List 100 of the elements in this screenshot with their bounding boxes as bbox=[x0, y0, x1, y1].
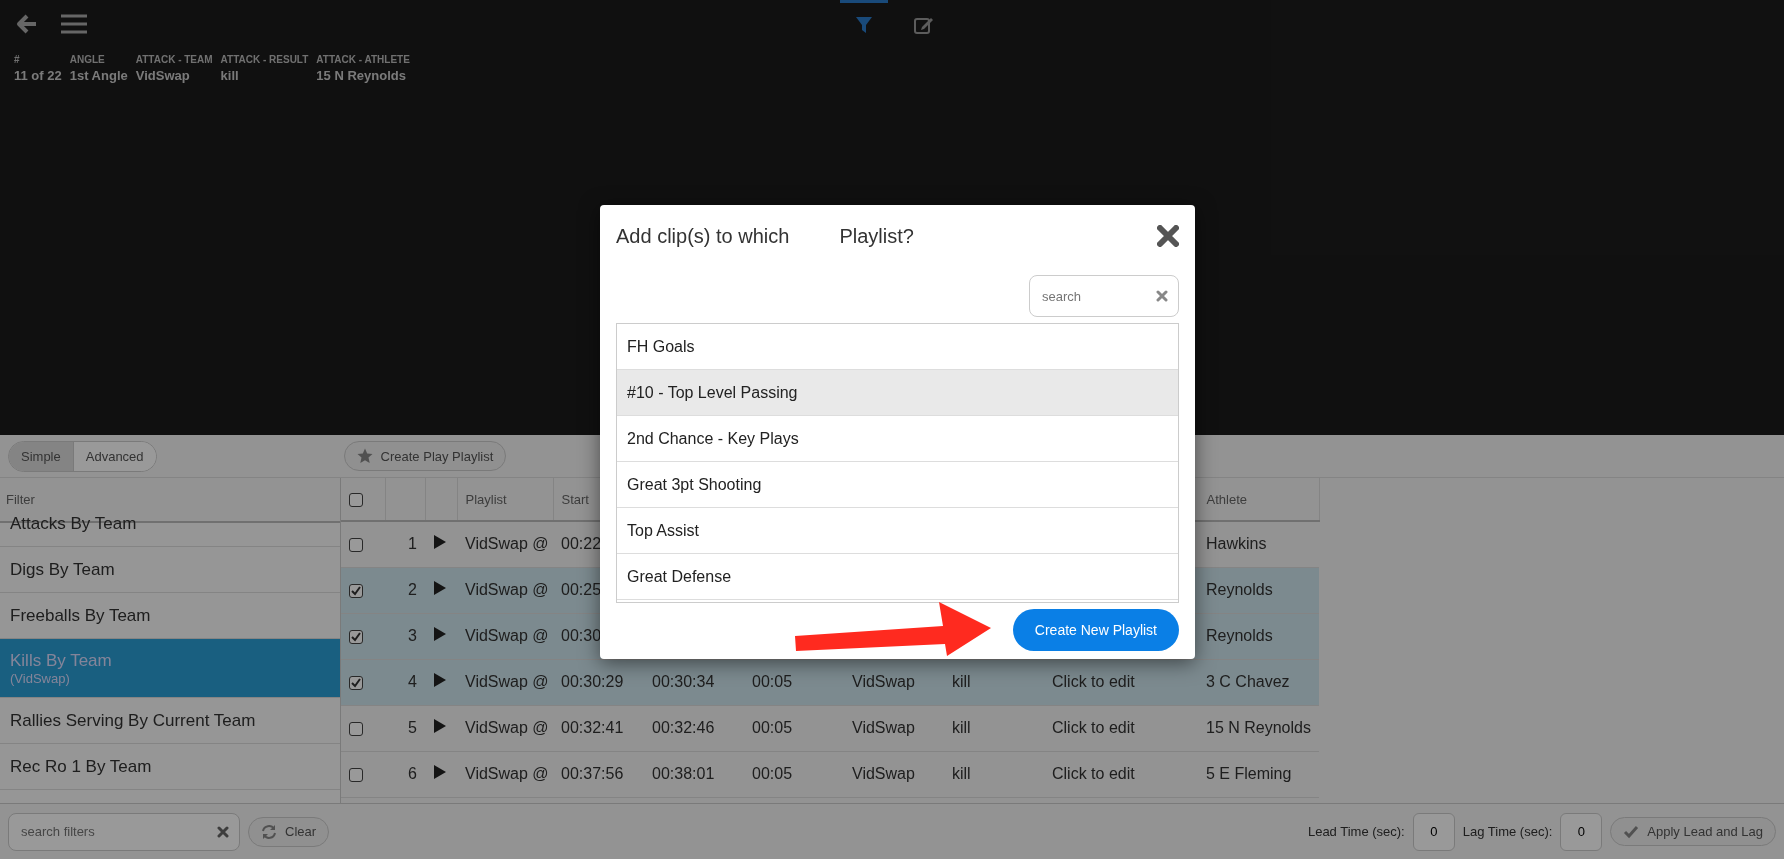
play-icon[interactable] bbox=[433, 580, 447, 596]
lead-time-field[interactable]: 0 bbox=[1412, 812, 1455, 851]
clear-button[interactable]: Clear bbox=[248, 816, 330, 847]
playlist-item[interactable]: Great 3pt Shooting bbox=[617, 462, 1178, 508]
table-cell: Reynolds bbox=[1206, 627, 1273, 644]
check-icon bbox=[351, 585, 361, 596]
info-value: 11 of 22 bbox=[14, 68, 62, 83]
table-cell: kill bbox=[952, 719, 971, 736]
column-header[interactable]: Start bbox=[561, 491, 589, 507]
table-cell: 00:30 bbox=[561, 627, 602, 644]
mode-toggle[interactable]: Advanced bbox=[72, 441, 156, 471]
apply-button[interactable]: Apply Lead and Lag bbox=[1610, 817, 1776, 846]
info-value: kill bbox=[220, 68, 240, 83]
playlist-search-box[interactable]: search bbox=[1029, 275, 1179, 317]
row-number: 4 bbox=[408, 673, 417, 690]
table-cell: 00:22 bbox=[561, 535, 602, 553]
table-cell: 00:38:01 bbox=[652, 765, 715, 782]
menu-icon bbox=[60, 13, 88, 35]
clear-icon bbox=[1156, 290, 1168, 302]
table-cell: kill bbox=[952, 673, 971, 690]
create-new-playlist-button[interactable]: Create New Playlist bbox=[1012, 609, 1179, 651]
table-cell: Reynolds bbox=[1206, 581, 1273, 598]
table-cell: 00:32:46 bbox=[652, 719, 715, 736]
column-header[interactable]: Athlete bbox=[1206, 491, 1247, 507]
table-cell: VidSwap bbox=[852, 719, 915, 736]
row-number: 2 bbox=[408, 581, 417, 598]
filter-item[interactable]: Digs By Team bbox=[0, 547, 340, 593]
table-cell: VidSwap @ bbox=[465, 673, 549, 690]
play-icon[interactable] bbox=[433, 764, 447, 780]
info-value: VidSwap bbox=[135, 68, 191, 83]
filter-item[interactable]: Rallies Serving By Current Team bbox=[0, 698, 340, 744]
play-icon[interactable] bbox=[433, 534, 447, 551]
row-checkbox[interactable] bbox=[349, 538, 363, 552]
refresh-icon bbox=[261, 823, 277, 840]
play-icon[interactable] bbox=[433, 718, 447, 734]
info-label: ANGLE bbox=[69, 54, 106, 65]
table-cell: Click to edit bbox=[1052, 673, 1135, 690]
close-icon bbox=[1157, 225, 1179, 247]
back-arrow-icon bbox=[16, 14, 38, 34]
table-cell: 00:05 bbox=[752, 673, 793, 690]
filter-icon bbox=[855, 15, 873, 34]
info-label: ATTACK - ATHLETE bbox=[316, 54, 410, 65]
clear-icon bbox=[217, 825, 229, 838]
row-checkbox[interactable] bbox=[349, 767, 363, 782]
row-checkbox[interactable] bbox=[349, 629, 363, 644]
lead-time-label: Lead Time (sec): bbox=[1307, 824, 1405, 839]
info-label: # bbox=[14, 54, 21, 65]
play-icon[interactable] bbox=[433, 626, 447, 642]
info-value: 1st Angle bbox=[69, 68, 128, 83]
table-cell: 00:05 bbox=[752, 765, 793, 782]
table-cell: 15 N Reynolds bbox=[1206, 719, 1311, 736]
playlist-item[interactable]: Top Assist bbox=[617, 508, 1178, 554]
row-checkbox[interactable] bbox=[349, 721, 363, 736]
table-cell: 00:37:56 bbox=[561, 765, 624, 782]
lag-time-field[interactable]: 0 bbox=[1560, 812, 1603, 851]
table-cell: Hawkins bbox=[1206, 535, 1267, 553]
modal-title: Playlist? bbox=[839, 224, 914, 248]
info-label: ATTACK - RESULT bbox=[220, 54, 309, 65]
check-icon bbox=[351, 677, 361, 688]
check-icon bbox=[351, 631, 361, 642]
info-label: ATTACK - TEAM bbox=[135, 54, 213, 65]
check-icon bbox=[1623, 824, 1640, 839]
create-playlist-button[interactable]: Create Play Playlist bbox=[343, 441, 507, 471]
table-cell: VidSwap @ bbox=[465, 581, 549, 598]
playlist-item[interactable]: #10 - Top Level Passing bbox=[617, 370, 1178, 416]
table-cell: VidSwap bbox=[852, 765, 915, 782]
info-value: 15 N Reynolds bbox=[316, 68, 407, 83]
table-cell: Click to edit bbox=[1052, 765, 1135, 782]
table-cell: 00:30:29 bbox=[561, 673, 624, 690]
play-icon[interactable] bbox=[433, 672, 447, 688]
row-number: 3 bbox=[408, 627, 417, 644]
column-header[interactable]: Playlist bbox=[465, 491, 507, 507]
row-number: 1 bbox=[408, 535, 417, 553]
table-cell: VidSwap bbox=[852, 673, 915, 690]
modal-title: Add clip(s) to which bbox=[616, 224, 790, 248]
table-cell: 00:32:41 bbox=[561, 719, 624, 736]
select-all-checkbox[interactable] bbox=[349, 492, 363, 507]
table-cell: VidSwap @ bbox=[465, 627, 549, 644]
table-cell: 3 C Chavez bbox=[1206, 673, 1290, 690]
table-cell: VidSwap @ bbox=[465, 535, 549, 553]
playlist-item[interactable]: 2nd Chance - Key Plays bbox=[617, 416, 1178, 462]
playlist-search-field[interactable]: search bbox=[1040, 275, 1156, 317]
table-cell: Click to edit bbox=[1052, 719, 1135, 736]
edit-icon bbox=[914, 15, 934, 34]
playlist-item[interactable]: Great Defense bbox=[617, 554, 1178, 600]
lag-time-label: Lag Time (sec): bbox=[1462, 824, 1553, 839]
star-icon bbox=[356, 448, 373, 464]
table-cell: VidSwap @ bbox=[465, 765, 549, 782]
row-checkbox[interactable] bbox=[349, 583, 363, 598]
row-number: 5 bbox=[408, 719, 417, 736]
filter-item[interactable]: Rec Ro 1 By Team bbox=[0, 744, 340, 790]
filter-item-team: (VidSwap) bbox=[10, 670, 71, 686]
table-cell: VidSwap @ bbox=[465, 719, 549, 736]
filter-item-label: Kills By Team bbox=[10, 650, 113, 671]
table-cell: 5 E Fleming bbox=[1206, 765, 1292, 782]
row-checkbox[interactable] bbox=[349, 675, 363, 690]
table-cell: 00:25 bbox=[561, 581, 602, 598]
table-cell: 00:05 bbox=[752, 719, 793, 736]
close-button[interactable] bbox=[1157, 225, 1179, 247]
mode-toggle[interactable]: Simple bbox=[9, 441, 73, 471]
